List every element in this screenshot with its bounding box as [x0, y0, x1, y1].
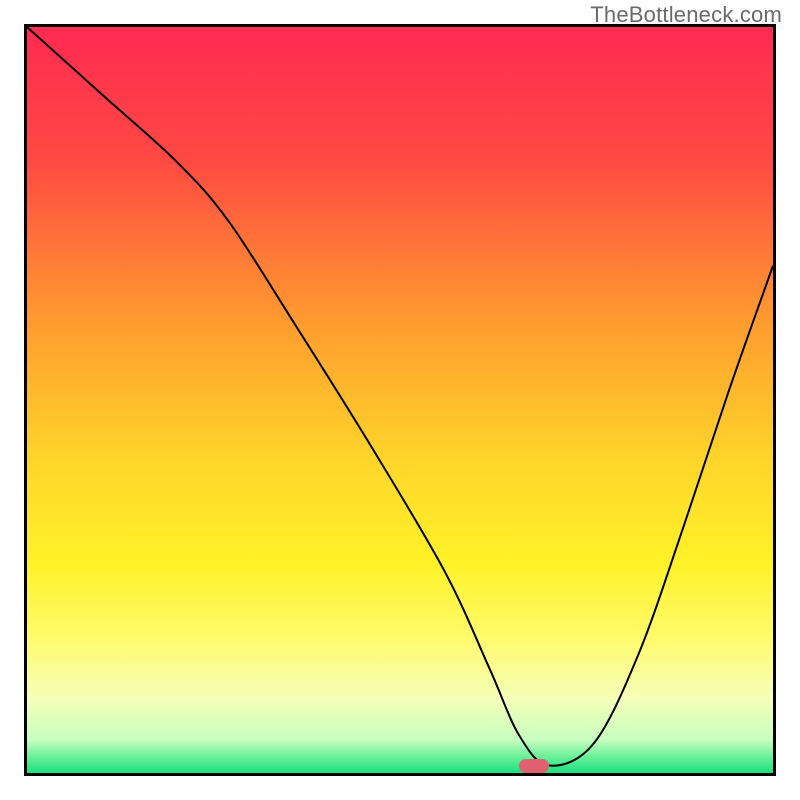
bottleneck-curve [27, 27, 773, 773]
optimal-point-marker [519, 759, 549, 773]
chart-plot-area [27, 27, 773, 773]
chart-frame [24, 24, 776, 776]
watermark-text: TheBottleneck.com [590, 2, 782, 28]
